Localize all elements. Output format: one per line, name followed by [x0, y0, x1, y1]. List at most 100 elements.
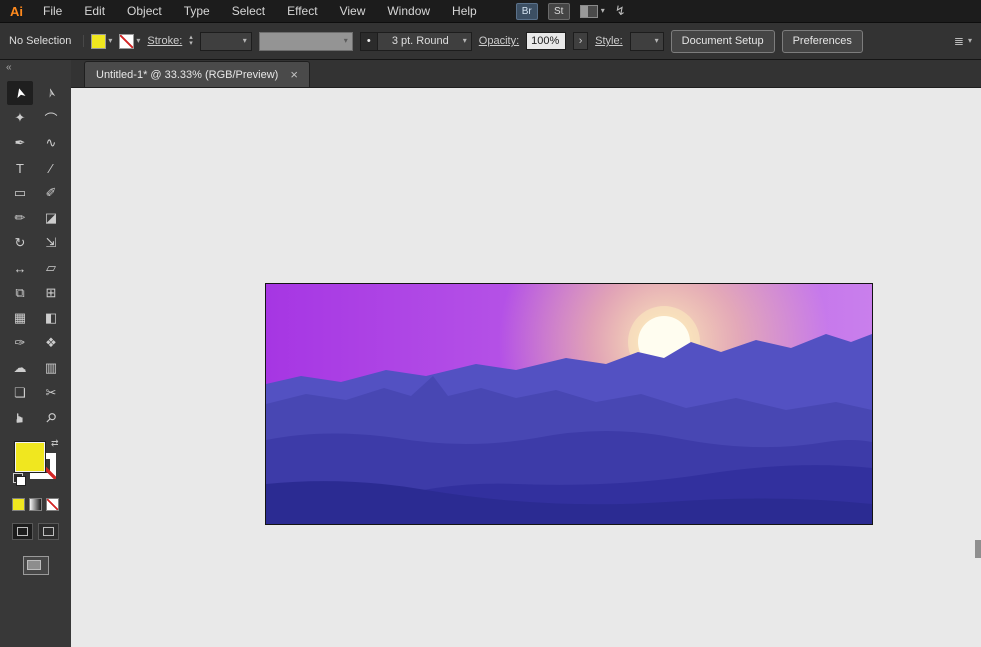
bridge-button[interactable]: Br	[515, 2, 538, 20]
opacity-more-button[interactable]: ›	[573, 32, 589, 50]
selection-status: No Selection	[9, 35, 85, 47]
illustrator-logo: Ai	[10, 3, 23, 19]
type-tool[interactable]: T	[7, 156, 33, 180]
direct-selection-tool[interactable]: ➢	[38, 81, 64, 105]
line-segment-tool[interactable]: ∕	[38, 156, 64, 180]
fill-swatch[interactable]	[91, 33, 107, 49]
draw-behind-button[interactable]	[38, 523, 59, 540]
opacity-label[interactable]: Opacity:	[479, 35, 519, 47]
brush-definition-select[interactable]: • 3 pt. Round ▾	[359, 31, 472, 51]
menu-file[interactable]: File	[32, 4, 73, 18]
chevron-down-icon: ▾	[967, 36, 972, 45]
arrange-documents-button[interactable]: ▾	[579, 4, 605, 18]
app-bar-right: Br St ▾ ↯	[515, 2, 640, 20]
selection-tool[interactable]: ➤	[7, 81, 33, 105]
default-fill-stroke-icon[interactable]	[12, 473, 26, 486]
lasso-tool[interactable]: ⌒	[38, 106, 64, 130]
change-screen-mode-button[interactable]	[22, 556, 49, 575]
stepper-down-icon[interactable]: ▾	[189, 40, 193, 47]
width-tool[interactable]: ↔	[7, 256, 33, 280]
chevron-down-icon: ▾	[343, 36, 348, 45]
slice-tool[interactable]: ✂	[38, 381, 64, 405]
pencil-tool[interactable]: ✏	[7, 206, 33, 230]
control-bar: No Selection ▾ ▾ Stroke: ▴ ▾ ▾ ▾ • 3 pt.…	[0, 22, 981, 60]
canvas-pasteboard[interactable]	[71, 88, 981, 647]
default-fill-mini-swatch	[15, 476, 26, 486]
draw-normal-button[interactable]	[12, 523, 33, 540]
perspective-grid-tool[interactable]: ⊞	[38, 281, 64, 305]
color-button[interactable]	[12, 498, 25, 511]
menu-type[interactable]: Type	[173, 4, 221, 18]
vertical-scrollbar-thumb[interactable]	[975, 540, 981, 558]
free-transform-tool[interactable]: ▱	[38, 256, 64, 280]
menu-window[interactable]: Window	[376, 4, 441, 18]
menu-view[interactable]: View	[329, 4, 377, 18]
collapse-panel-icon[interactable]: «	[0, 60, 71, 76]
arrange-documents-icon	[579, 4, 598, 18]
gradient-tool[interactable]: ◧	[38, 306, 64, 330]
pen-tool[interactable]: ✒	[7, 131, 33, 155]
stock-button[interactable]: St	[547, 2, 570, 20]
document-tab-title: Untitled-1* @ 33.33% (RGB/Preview)	[96, 68, 279, 81]
menu-help[interactable]: Help	[441, 4, 488, 18]
brush-preview-icon: •	[360, 32, 378, 50]
brush-definition-value: 3 pt. Round	[391, 35, 449, 47]
chevron-down-icon: ▾	[654, 36, 659, 45]
eyedropper-tool[interactable]: ✑	[7, 331, 33, 355]
zoom-tool-icon: ⚲	[42, 408, 61, 427]
chevron-down-icon: ▾	[136, 36, 141, 45]
eraser-tool[interactable]: ◪	[38, 206, 64, 230]
opacity-input[interactable]: 100%	[526, 32, 567, 50]
menu-effect[interactable]: Effect	[276, 4, 328, 18]
gpu-performance-icon[interactable]: ↯	[615, 3, 626, 19]
artboard-tool[interactable]: ❏	[7, 381, 33, 405]
hand-tool[interactable]: ☛	[7, 406, 33, 430]
screen-mode-icon	[26, 560, 41, 570]
menu-object[interactable]: Object	[116, 4, 173, 18]
artwork-svg	[266, 284, 872, 524]
scale-tool[interactable]: ⇲	[38, 231, 64, 255]
rotate-tool[interactable]: ↻	[7, 231, 33, 255]
style-select[interactable]: ▾	[629, 31, 664, 51]
zoom-tool[interactable]: ⚲	[38, 406, 64, 430]
magic-wand-tool[interactable]: ✦	[7, 106, 33, 130]
tools-panel: « ➤ ➢ ✦ ⌒ ✒ ∿ T ∕ ▭ ✐ ✏ ◪ ↻ ⇲ ↔ ▱ ⧉ ⊞ ▦	[0, 60, 72, 647]
menu-bar: Ai File Edit Object Type Select Effect V…	[0, 0, 981, 22]
blend-tool[interactable]: ❖	[38, 331, 64, 355]
variable-width-profile-select: ▾	[258, 31, 353, 51]
artboard[interactable]	[265, 283, 873, 525]
stroke-label[interactable]: Stroke:	[147, 35, 182, 47]
mesh-tool[interactable]: ▦	[7, 306, 33, 330]
symbol-sprayer-tool[interactable]: ☁	[7, 356, 33, 380]
column-graph-tool[interactable]: ▥	[38, 356, 64, 380]
chevron-down-icon: ▾	[462, 36, 467, 45]
none-button[interactable]	[46, 498, 59, 511]
rectangle-tool[interactable]: ▭	[7, 181, 33, 205]
style-label[interactable]: Style:	[595, 35, 623, 47]
fill-color-control[interactable]: ▾	[91, 33, 112, 49]
document-setup-button[interactable]: Document Setup	[670, 29, 775, 53]
close-tab-icon[interactable]: ×	[290, 68, 298, 81]
shape-builder-tool[interactable]: ⧉	[7, 281, 33, 305]
menu-edit[interactable]: Edit	[73, 4, 116, 18]
document-tab-strip: Untitled-1* @ 33.33% (RGB/Preview) ×	[71, 60, 981, 88]
stroke-color-control[interactable]: ▾	[119, 33, 141, 49]
drawing-mode-buttons	[0, 523, 71, 540]
document-tab[interactable]: Untitled-1* @ 33.33% (RGB/Preview) ×	[84, 61, 310, 87]
chevron-down-icon: ▾	[242, 36, 247, 45]
chevron-down-icon: ▾	[600, 6, 605, 15]
selection-tool-icon: ➤	[10, 85, 29, 101]
draw-behind-icon	[43, 527, 54, 536]
menu-select[interactable]: Select	[221, 4, 276, 18]
gradient-button[interactable]	[29, 498, 42, 511]
align-options-button[interactable]: ≣ ▾	[954, 34, 972, 48]
swatch-type-buttons	[0, 498, 71, 511]
stroke-swatch[interactable]	[119, 33, 135, 49]
stroke-width-select[interactable]: ▾	[199, 31, 252, 51]
curvature-tool[interactable]: ∿	[38, 131, 64, 155]
preferences-button[interactable]: Preferences	[781, 29, 863, 53]
swap-fill-stroke-icon[interactable]: ⇄	[51, 438, 59, 449]
stroke-width-stepper[interactable]: ▴ ▾	[189, 34, 193, 47]
paintbrush-tool[interactable]: ✐	[38, 181, 64, 205]
fill-indicator[interactable]	[14, 442, 45, 472]
